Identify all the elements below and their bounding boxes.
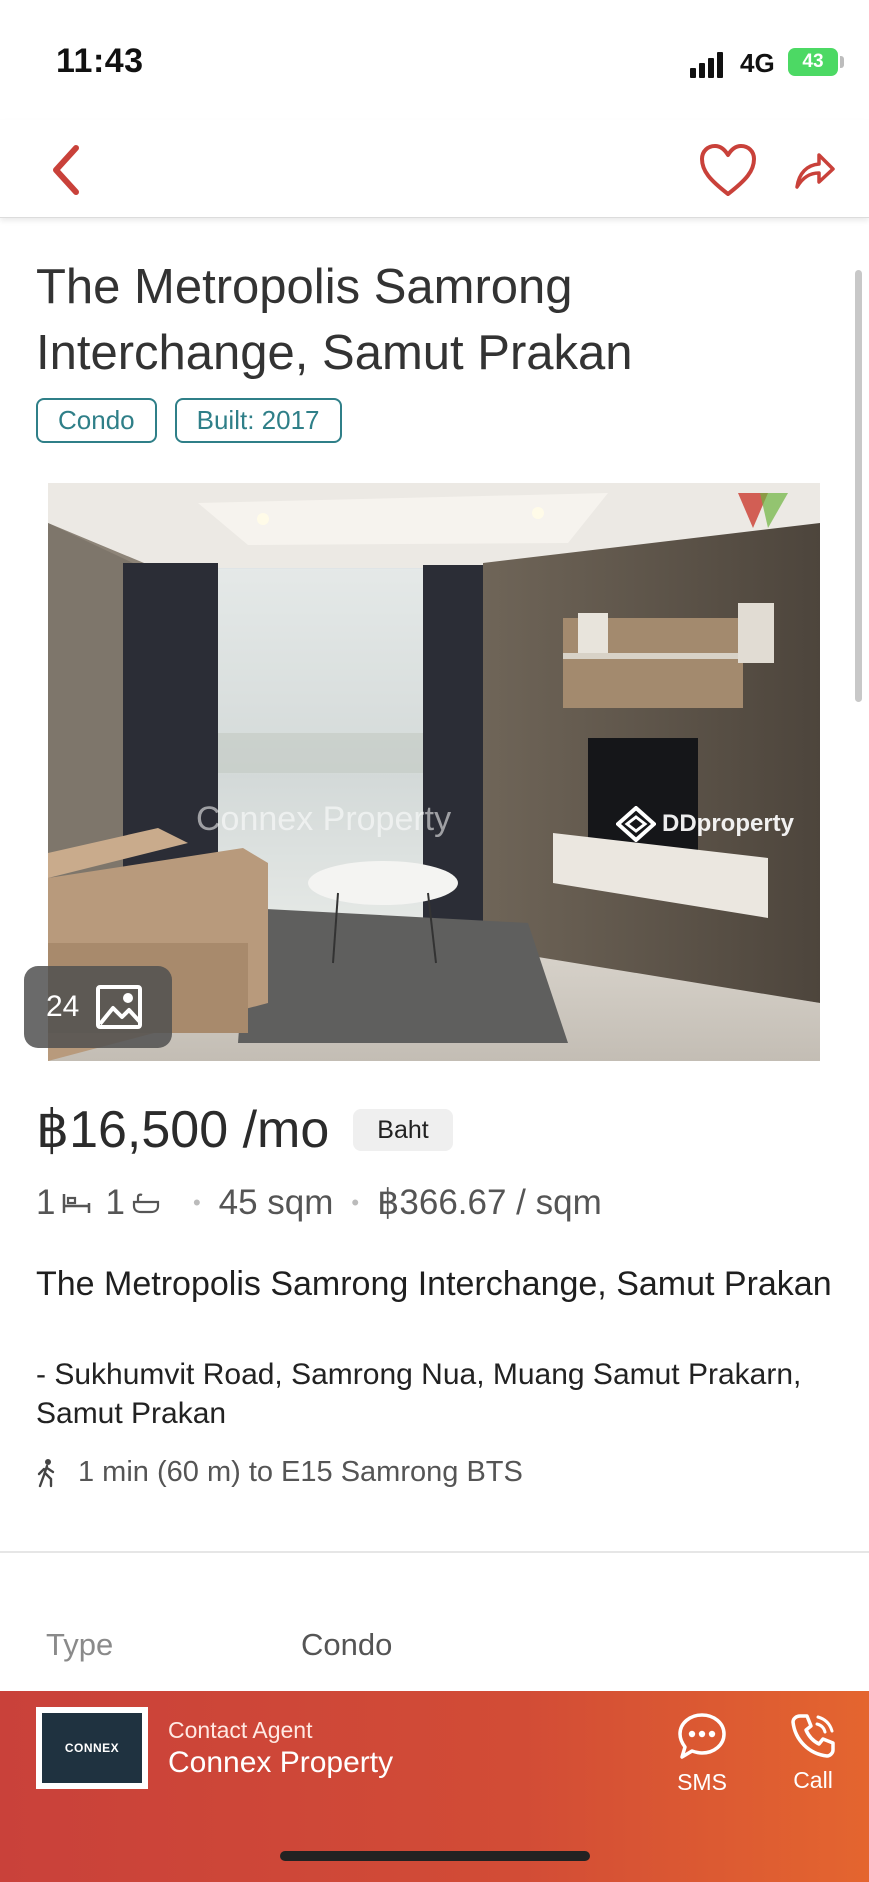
transit-text: 1 min (60 m) to E15 Samrong BTS	[78, 1456, 523, 1488]
photo-gallery-button[interactable]: 24	[24, 966, 172, 1048]
agent-name[interactable]: Connex Property	[168, 1746, 393, 1780]
call-label: Call	[793, 1767, 833, 1793]
detail-value: Condo	[301, 1627, 393, 1662]
chat-bubble-icon	[678, 1713, 726, 1759]
status-time: 11:43	[56, 42, 144, 80]
battery-tip	[840, 56, 844, 68]
listing-title: The Metropolis Samrong Interchange, Samu…	[36, 260, 633, 380]
watermark-dd-text: DDproperty	[662, 810, 795, 837]
agent-logo[interactable]: CONNEX	[36, 1707, 148, 1789]
back-arrow-icon	[53, 145, 79, 195]
bedroom-count: 1	[36, 1183, 56, 1222]
section-divider	[0, 1551, 869, 1553]
home-indicator[interactable]	[280, 1851, 590, 1861]
network-type: 4G	[740, 48, 775, 78]
separator-dot: •	[351, 1190, 360, 1215]
status-bar: 11:43 4G 43	[0, 0, 869, 120]
detail-label: Type	[46, 1627, 114, 1662]
watermark-ddproperty: DDproperty	[616, 806, 794, 842]
heart-icon	[700, 144, 756, 196]
listing-specs: 1 1 • 45 sqm • ฿366.67 / sqm	[36, 1183, 602, 1223]
agent-logo-text: CONNEX	[42, 1713, 142, 1783]
transit-info: 1 min (60 m) to E15 Samrong BTS	[36, 1456, 523, 1489]
call-button[interactable]: Call	[768, 1711, 858, 1794]
image-gallery-icon	[96, 985, 143, 1029]
separator-dot: •	[192, 1190, 201, 1215]
detail-row-type: Type Condo	[46, 1627, 392, 1663]
listing-tags: Condo Built: 2017	[36, 398, 342, 443]
agent-caption: Contact Agent	[168, 1717, 313, 1743]
back-button[interactable]	[34, 138, 98, 202]
scrollbar[interactable]	[855, 270, 862, 702]
bathtub-icon	[131, 1192, 161, 1214]
price-per-sqm: ฿366.67 / sqm	[377, 1183, 602, 1222]
ddproperty-logo-icon	[616, 806, 656, 842]
sms-label: SMS	[677, 1769, 727, 1795]
bed-icon	[61, 1192, 91, 1214]
top-nav-bar	[0, 120, 869, 218]
project-name: The Metropolis Samrong Interchange, Samu…	[36, 1265, 832, 1303]
currency-badge: Baht	[353, 1109, 453, 1151]
battery-icon: 43	[788, 48, 838, 76]
project-address: - Sukhumvit Road, Samrong Nua, Muang Sam…	[36, 1358, 802, 1430]
floor-area: 45 sqm	[218, 1183, 334, 1222]
photo-count: 24	[46, 990, 80, 1023]
walking-person-icon	[37, 1458, 55, 1487]
phone-icon	[791, 1714, 835, 1758]
bathroom-count: 1	[105, 1183, 125, 1222]
tag-built-year: Built: 2017	[174, 398, 342, 443]
share-button[interactable]	[782, 138, 846, 202]
sms-button[interactable]: SMS	[657, 1711, 747, 1796]
tag-property-type: Condo	[36, 398, 157, 443]
favorite-button[interactable]	[696, 138, 760, 202]
watermark-connex: Connex Property	[196, 800, 452, 838]
share-icon	[795, 153, 835, 189]
price-row: ฿16,500 /mo Baht	[36, 1100, 453, 1160]
price: ฿16,500 /mo	[36, 1101, 330, 1159]
signal-icon	[690, 50, 730, 78]
